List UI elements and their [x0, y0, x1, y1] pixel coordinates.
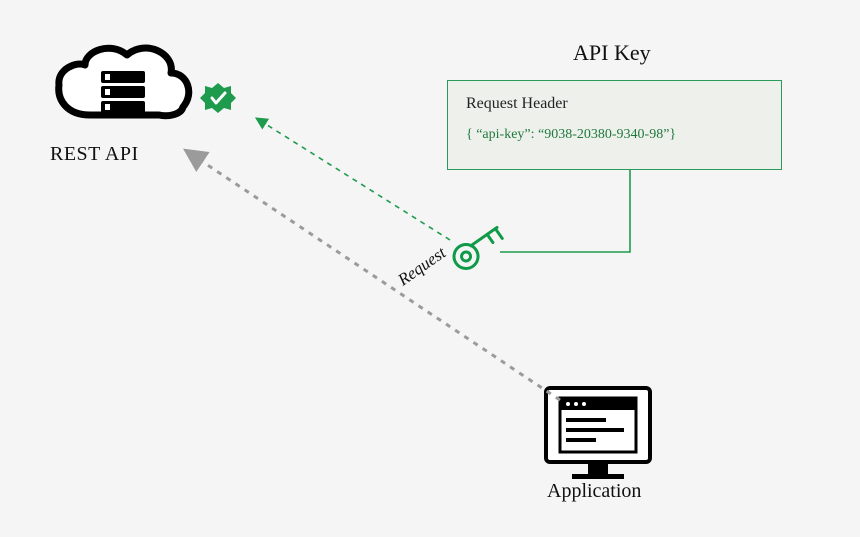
request-header-box: Request Header { “api-key”: “9038-20380-…: [447, 80, 782, 170]
rest-api-label: REST API: [50, 143, 139, 166]
key-icon: [449, 223, 507, 274]
request-header-payload: { “api-key”: “9038-20380-9340-98”}: [466, 127, 763, 143]
verified-badge-icon: [200, 83, 236, 113]
request-header-title: Request Header: [466, 95, 763, 113]
api-key-arrow: [256, 118, 450, 240]
application-label: Application: [547, 480, 641, 503]
diagram-stage: REST API API Key Request Header { “api-k…: [0, 0, 860, 537]
header-to-key-connector: [500, 170, 630, 252]
request-arrow: [185, 150, 560, 400]
api-key-title: API Key: [573, 40, 651, 66]
rest-api-cloud-icon: [59, 48, 189, 116]
application-monitor-icon: [546, 388, 650, 479]
